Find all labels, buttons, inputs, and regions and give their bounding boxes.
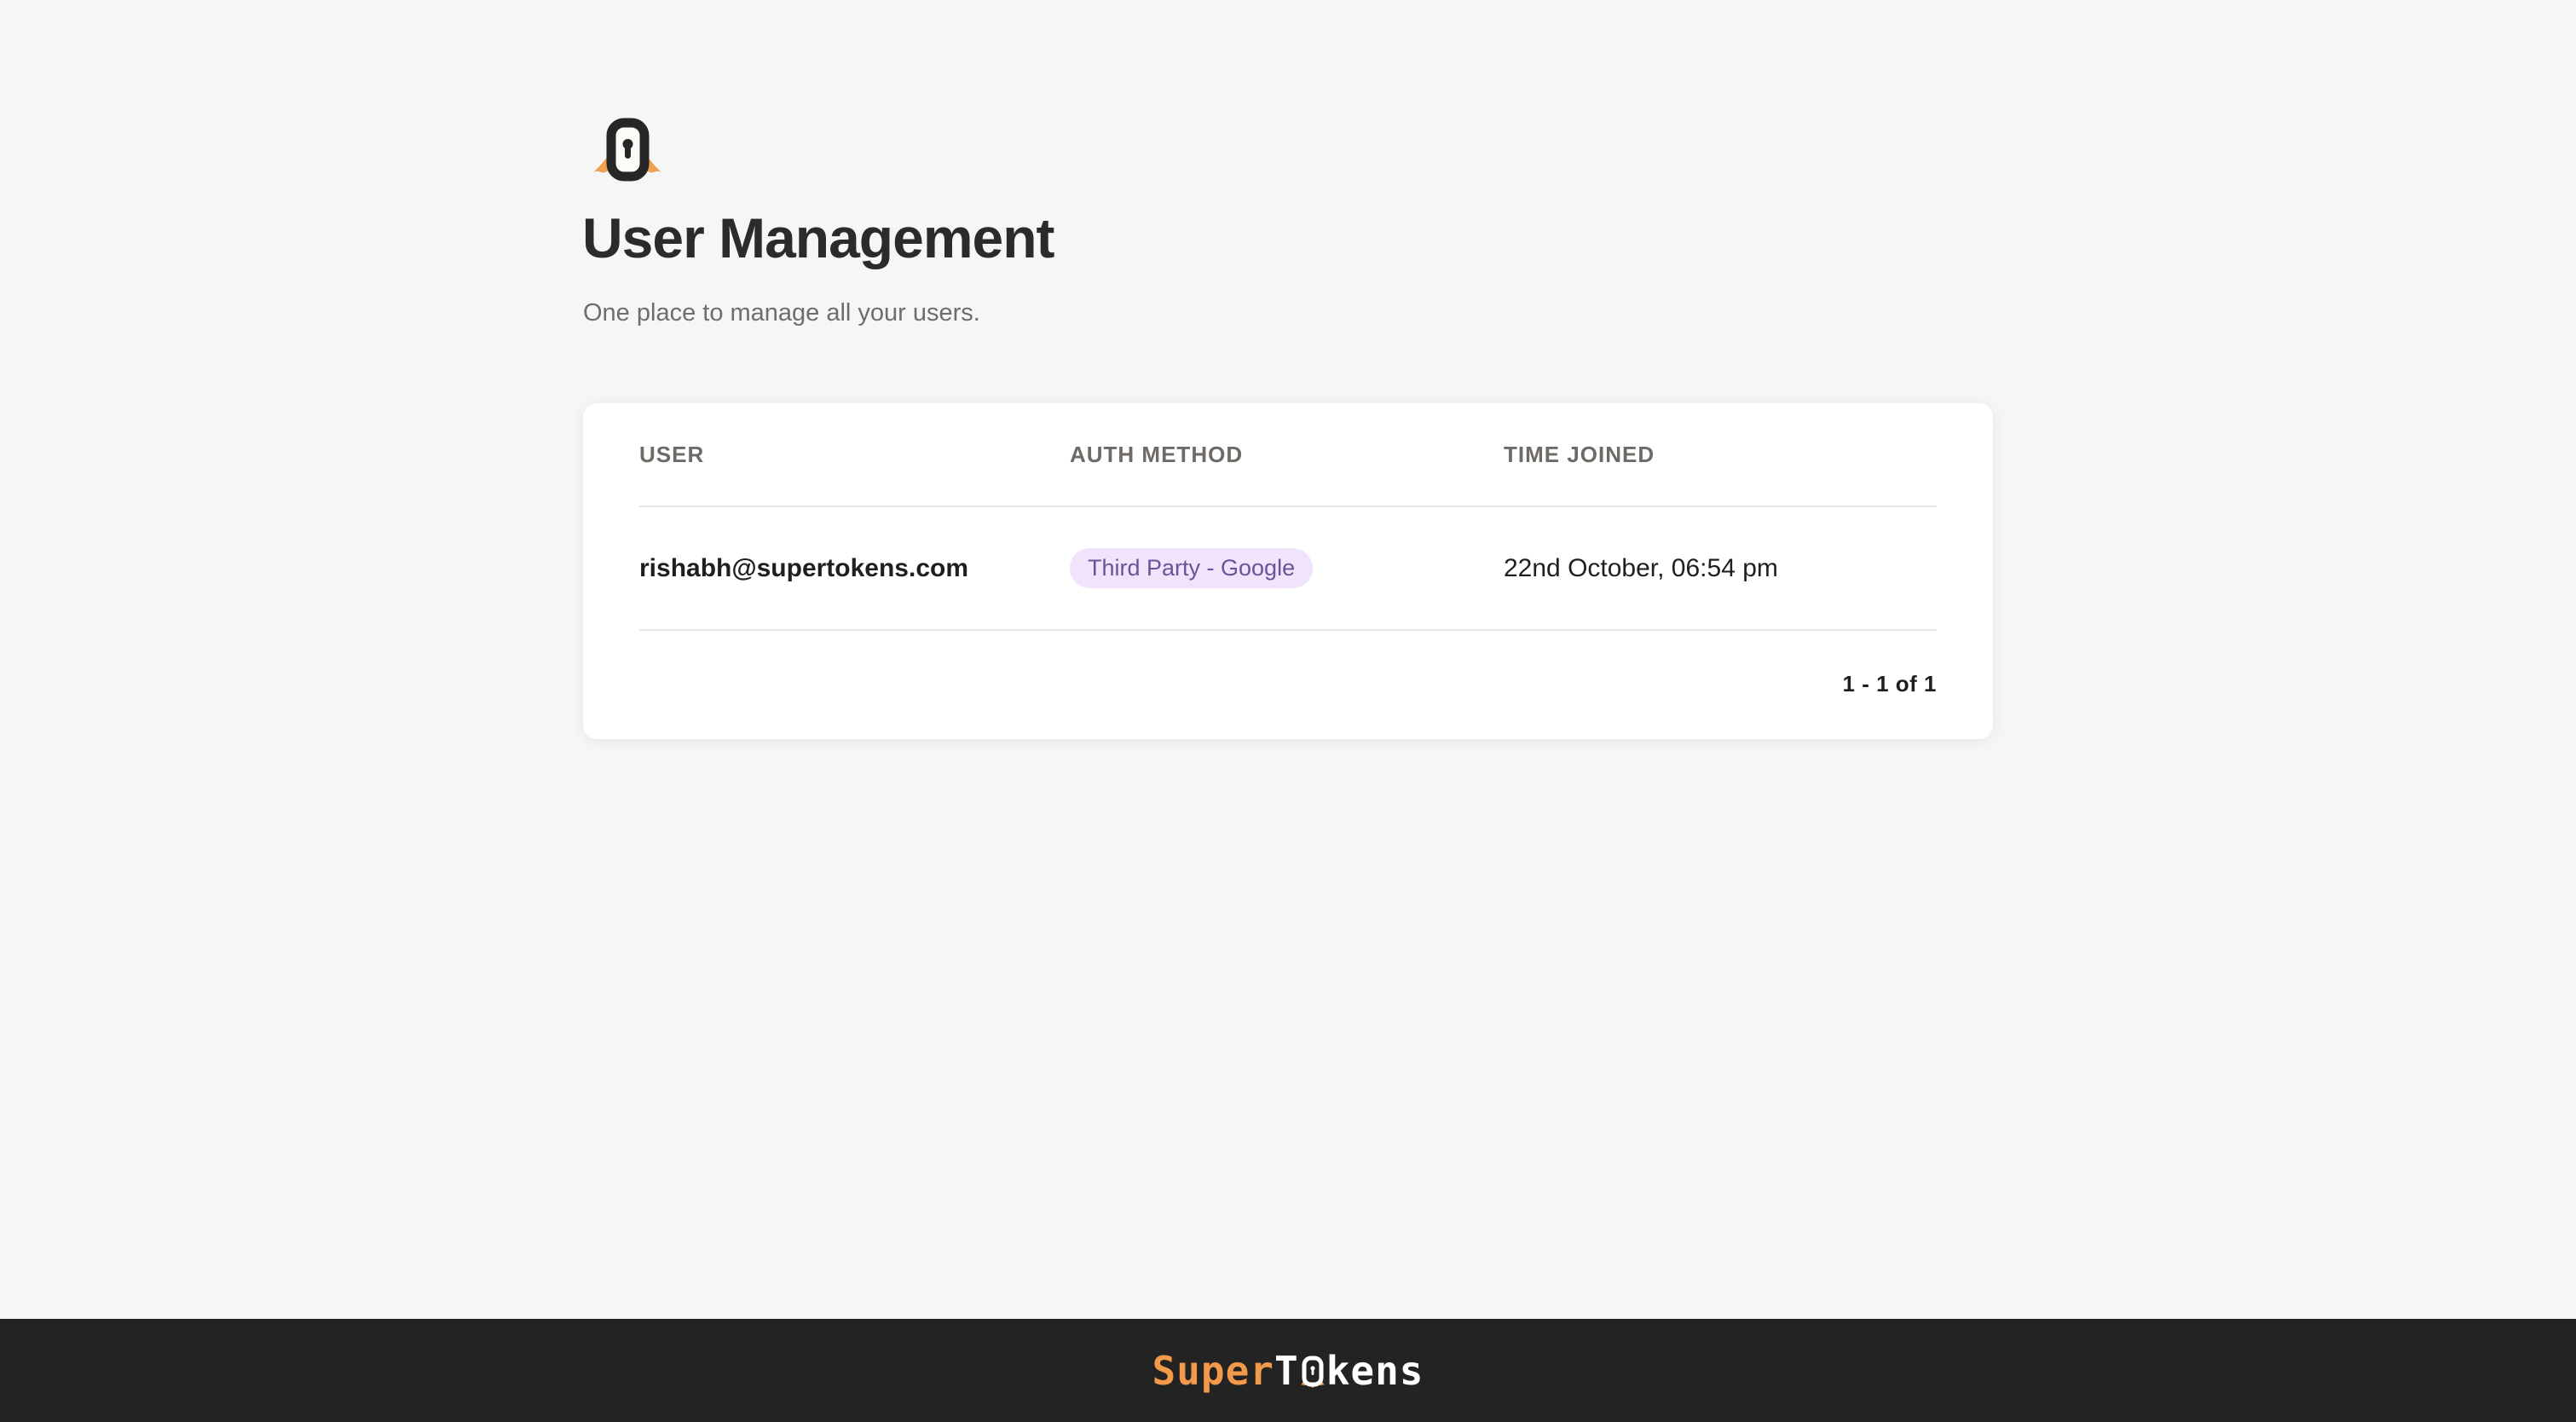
wordmark-super: Super [1152, 1347, 1274, 1394]
table-footer: 1 - 1 of 1 [639, 631, 1937, 737]
page: User Management One place to manage all … [0, 0, 2576, 1422]
supertokens-wordmark: Super T kens [1152, 1351, 1424, 1390]
auth-method-cell: Third Party - Google [1070, 548, 1504, 588]
column-header-time-joined: TIME JOINED [1504, 441, 1655, 467]
wordmark-kens: kens [1326, 1347, 1424, 1394]
column-header-user: USER [639, 441, 705, 467]
table-header-row: USER AUTH METHOD TIME JOINED [639, 403, 1937, 506]
wordmark-t: T [1274, 1347, 1299, 1394]
table-row[interactable]: rishabh@supertokens.com Third Party - Go… [639, 507, 1937, 629]
footer: Super T kens [0, 1319, 2576, 1422]
logo-keyhole-stem [625, 146, 631, 159]
time-joined: 22nd October, 06:54 pm [1504, 553, 1778, 582]
column-header-auth-method: AUTH METHOD [1070, 441, 1244, 467]
wordmark-lock-icon [1300, 1356, 1325, 1388]
user-email[interactable]: rishabh@supertokens.com [639, 554, 1070, 583]
wordmark-keyhole-stem [1311, 1368, 1314, 1375]
auth-method-badge: Third Party - Google [1070, 548, 1314, 588]
users-table-card: USER AUTH METHOD TIME JOINED rishabh@sup… [583, 403, 1993, 739]
page-title: User Management [582, 206, 1055, 269]
supertokens-lock-cape-icon [593, 118, 661, 182]
pagination-count: 1 - 1 of 1 [1842, 671, 1937, 697]
page-subtitle: One place to manage all your users. [583, 299, 980, 327]
